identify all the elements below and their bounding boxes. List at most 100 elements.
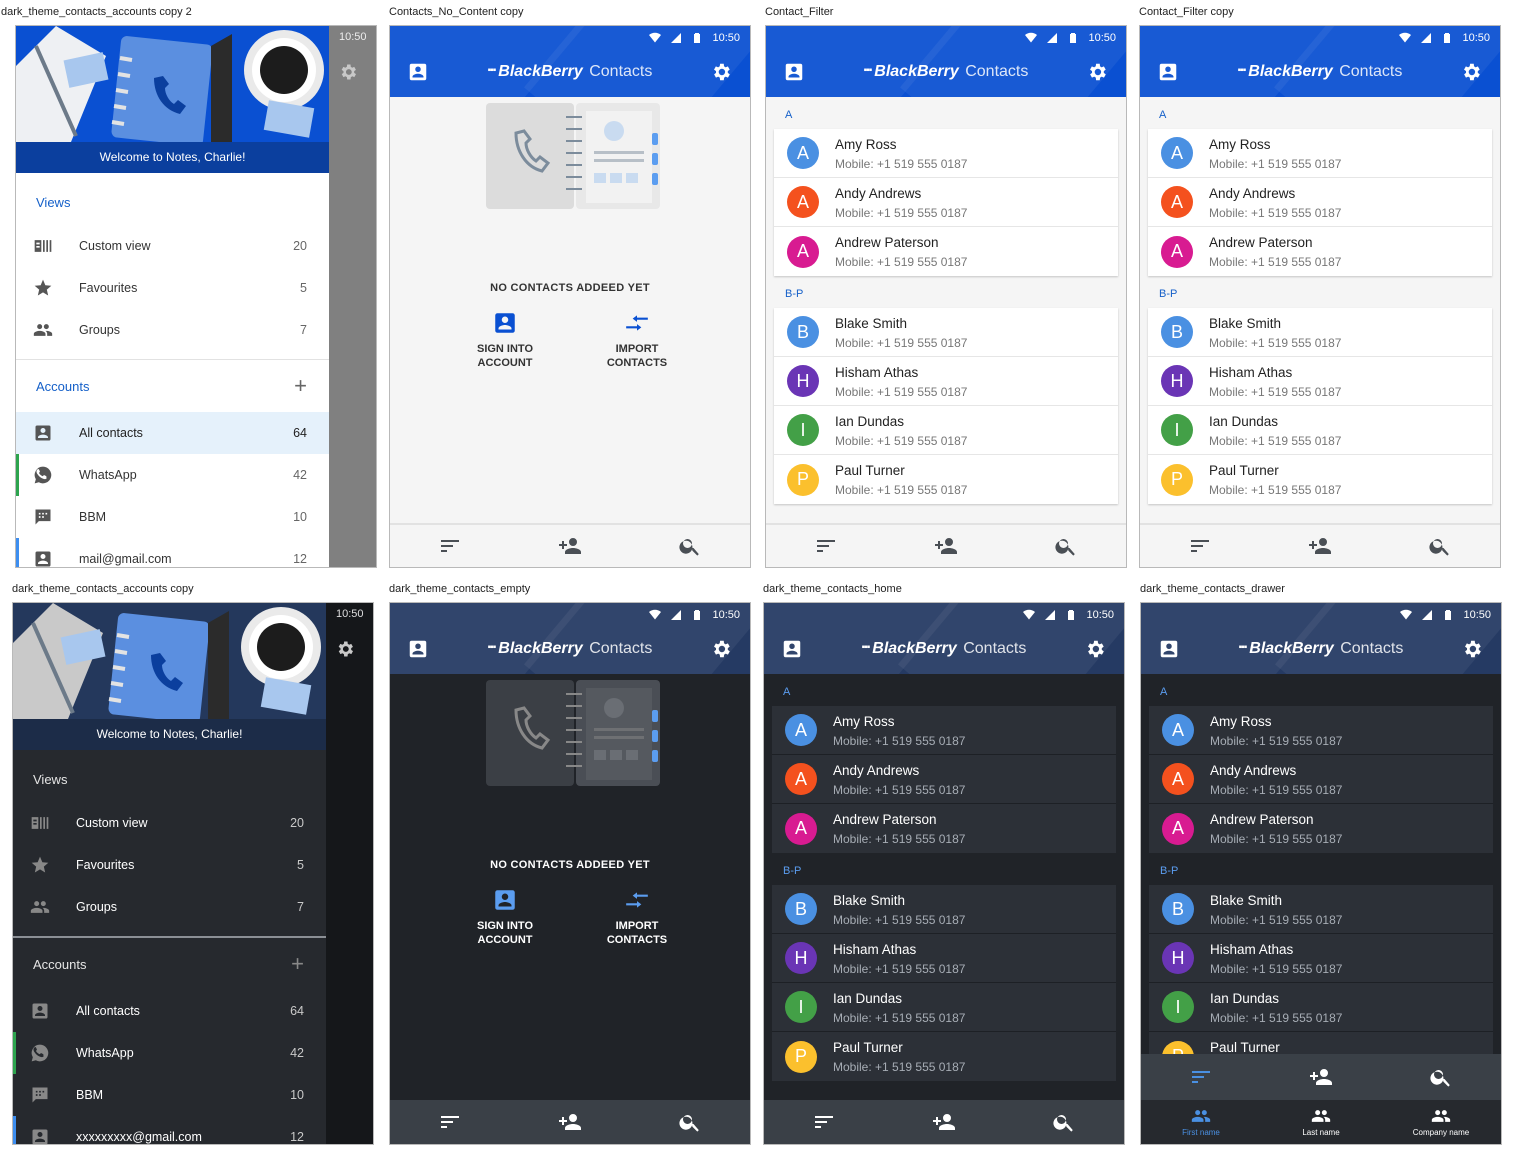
import-contacts-button[interactable]: IMPORT CONTACTS: [582, 310, 692, 370]
search-button[interactable]: [678, 1110, 702, 1134]
settings-button-dim[interactable]: [335, 639, 355, 659]
settings-button[interactable]: [1086, 61, 1108, 83]
sort-icon: [815, 1116, 833, 1128]
sort-button[interactable]: [1188, 534, 1212, 558]
add-account-button[interactable]: +: [291, 951, 304, 977]
contact-avatar: H: [787, 365, 819, 397]
drawer-account-item[interactable]: xxxxxxxxx@gmail.com 12: [13, 1116, 326, 1144]
settings-button[interactable]: [1460, 61, 1482, 83]
search-icon: [1053, 1115, 1073, 1132]
add-contact-button[interactable]: [934, 534, 958, 558]
contact-row[interactable]: P Paul Turner Mobile: +1 519 555 0187: [1148, 455, 1492, 504]
search-button[interactable]: [1429, 1065, 1453, 1089]
settings-button[interactable]: [1461, 638, 1483, 660]
search-button[interactable]: [1428, 534, 1452, 558]
contact-avatar: I: [1161, 414, 1193, 446]
contact-row[interactable]: A Amy Ross Mobile: +1 519 555 0187: [772, 706, 1116, 755]
drawer-item-label: All contacts: [79, 426, 143, 440]
drawer-view-item[interactable]: Groups 7: [13, 886, 326, 928]
drawer-scrim[interactable]: 10:50: [329, 26, 376, 567]
sort-option[interactable]: Company name: [1391, 1106, 1491, 1137]
contact-row[interactable]: H Hisham Athas Mobile: +1 519 555 0187: [772, 934, 1116, 983]
drawer-account-item[interactable]: All contacts 64: [16, 412, 329, 454]
contact-row[interactable]: B Blake Smith Mobile: +1 519 555 0187: [1148, 308, 1492, 357]
contact-row[interactable]: P Paul Turner Mobile: +1 519 555 0187: [772, 1032, 1116, 1081]
contact-row[interactable]: A Amy Ross Mobile: +1 519 555 0187: [1149, 706, 1493, 755]
settings-button-dim[interactable]: [338, 62, 358, 82]
sign-into-account-button[interactable]: SIGN INTO ACCOUNT: [450, 310, 560, 370]
drawer-account-item[interactable]: BBM 10: [16, 496, 329, 538]
contact-name: Hisham Athas: [835, 364, 919, 380]
contacts-icon: [495, 313, 515, 333]
drawer-account-item[interactable]: All contacts 64: [13, 990, 326, 1032]
sort-button[interactable]: [1189, 1065, 1213, 1089]
settings-button[interactable]: [1084, 638, 1106, 660]
sort-button[interactable]: [438, 534, 462, 558]
contact-row[interactable]: A Andrew Paterson Mobile: +1 519 555 0187: [774, 227, 1118, 276]
drawer-account-item[interactable]: WhatsApp 42: [16, 454, 329, 496]
contact-row[interactable]: A Andy Andrews Mobile: +1 519 555 0187: [774, 178, 1118, 227]
contact-section: B-P B Blake Smith Mobile: +1 519 555 0187 H H…: [774, 288, 1118, 504]
sign-in-label-1: SIGN INTO: [476, 920, 534, 932]
drawer-account-item[interactable]: WhatsApp 42: [13, 1032, 326, 1074]
contact-row[interactable]: B Blake Smith Mobile: +1 519 555 0187: [1149, 885, 1493, 934]
add-contact-button[interactable]: [1309, 1065, 1333, 1089]
contact-avatar: A: [1161, 137, 1193, 169]
add-contact-button[interactable]: [932, 1110, 956, 1134]
contact-row[interactable]: A Amy Ross Mobile: +1 519 555 0187: [774, 129, 1118, 178]
notebook-illustration: [486, 103, 660, 209]
drawer-view-item[interactable]: Groups 7: [16, 309, 329, 351]
contact-row[interactable]: A Amy Ross Mobile: +1 519 555 0187: [1148, 129, 1492, 178]
contact-row[interactable]: A Andrew Paterson Mobile: +1 519 555 0187: [1149, 804, 1493, 853]
screen-dark-sort: 10:50 ▪▪▪ BlackBerry Contacts A A Amy Ross Mob…: [1140, 602, 1502, 1145]
bottom-toolbar: [390, 523, 750, 567]
contact-phone: Mobile: +1 519 555 0187: [1209, 335, 1342, 350]
contact-row[interactable]: A Andy Andrews Mobile: +1 519 555 0187: [772, 755, 1116, 804]
sort-option[interactable]: First name: [1151, 1106, 1251, 1137]
artboard-label: Contact_Filter copy: [1139, 6, 1234, 18]
settings-button[interactable]: [710, 61, 732, 83]
contact-row[interactable]: P Paul Turner Mobile: +1 519 555 0187: [774, 455, 1118, 504]
contact-row[interactable]: B Blake Smith Mobile: +1 519 555 0187: [774, 308, 1118, 357]
drawer-account-item[interactable]: mail@gmail.com 12: [16, 538, 329, 567]
sort-icon: [1191, 540, 1209, 552]
accounts-header: Accounts +: [16, 360, 329, 412]
contact-row[interactable]: H Hisham Athas Mobile: +1 519 555 0187: [774, 357, 1118, 406]
search-button[interactable]: [1052, 1110, 1076, 1134]
contact-row[interactable]: A Andrew Paterson Mobile: +1 519 555 0187: [772, 804, 1116, 853]
drawer-view-item[interactable]: Custom view 20: [16, 225, 329, 267]
drawer-scrim[interactable]: 10:50: [326, 603, 373, 1144]
desk-illustration: [13, 603, 321, 719]
drawer-item-icon: [30, 855, 50, 875]
drawer-view-item[interactable]: Favourites 5: [13, 844, 326, 886]
contact-row[interactable]: I Ian Dundas Mobile: +1 519 555 0187: [1149, 983, 1493, 1032]
settings-button[interactable]: [710, 638, 732, 660]
search-button[interactable]: [1054, 534, 1078, 558]
contact-row[interactable]: A Andy Andrews Mobile: +1 519 555 0187: [1148, 178, 1492, 227]
sign-in-label-2: ACCOUNT: [477, 357, 533, 369]
contact-row[interactable]: H Hisham Athas Mobile: +1 519 555 0187: [1148, 357, 1492, 406]
add-contact-button[interactable]: [558, 1110, 582, 1134]
add-contact-button[interactable]: [558, 534, 582, 558]
contact-row[interactable]: I Ian Dundas Mobile: +1 519 555 0187: [1148, 406, 1492, 455]
sort-option[interactable]: Last name: [1271, 1106, 1371, 1137]
add-account-button[interactable]: +: [294, 373, 307, 399]
import-label-1: IMPORT: [615, 920, 659, 932]
import-contacts-button[interactable]: IMPORT CONTACTS: [582, 887, 692, 947]
contact-row[interactable]: I Ian Dundas Mobile: +1 519 555 0187: [774, 406, 1118, 455]
drawer-view-item[interactable]: Custom view 20: [13, 802, 326, 844]
contact-row[interactable]: A Andy Andrews Mobile: +1 519 555 0187: [1149, 755, 1493, 804]
contact-row[interactable]: B Blake Smith Mobile: +1 519 555 0187: [772, 885, 1116, 934]
sort-button[interactable]: [438, 1110, 462, 1134]
drawer-account-item[interactable]: BBM 10: [13, 1074, 326, 1116]
contact-row[interactable]: I Ian Dundas Mobile: +1 519 555 0187: [772, 983, 1116, 1032]
add-contact-button[interactable]: [1308, 534, 1332, 558]
contact-row[interactable]: A Andrew Paterson Mobile: +1 519 555 0187: [1148, 227, 1492, 276]
contact-row[interactable]: H Hisham Athas Mobile: +1 519 555 0187: [1149, 934, 1493, 983]
search-button[interactable]: [678, 534, 702, 558]
people-icon: [1431, 1110, 1451, 1122]
sign-into-account-button[interactable]: SIGN INTO ACCOUNT: [450, 887, 560, 947]
sort-button[interactable]: [812, 1110, 836, 1134]
drawer-view-item[interactable]: Favourites 5: [16, 267, 329, 309]
sort-button[interactable]: [814, 534, 838, 558]
